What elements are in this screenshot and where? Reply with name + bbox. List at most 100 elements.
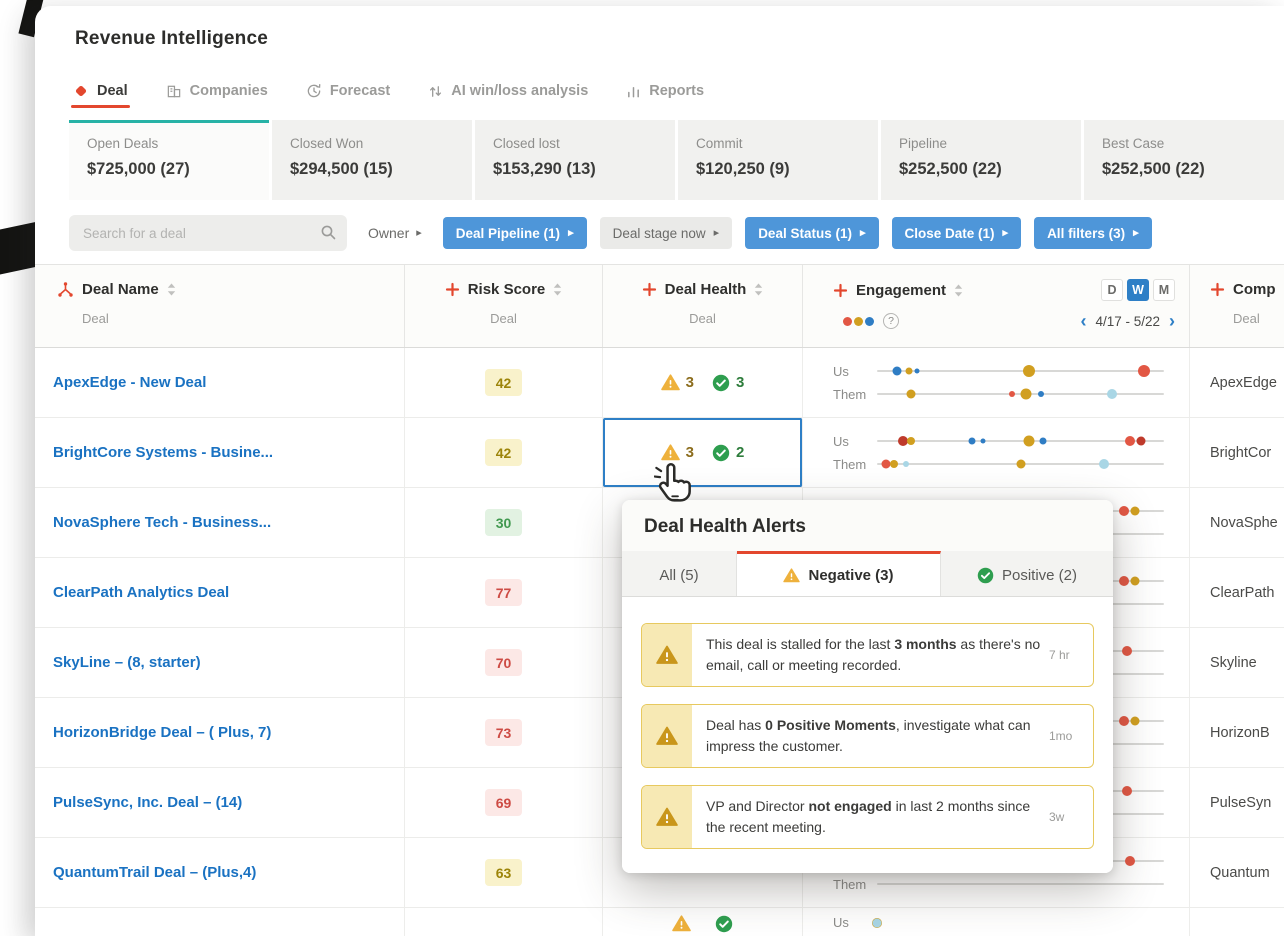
column-subtitle: Deal [689,311,716,326]
column-subtitle: Deal [82,311,109,326]
next-chevron-icon[interactable]: › [1169,312,1175,330]
popup-title: Deal Health Alerts [622,500,1113,551]
sort-icon[interactable] [954,284,963,297]
card-value: $153,290 (13) [493,160,596,178]
filter-all-filters[interactable]: All filters (3) ▸ [1034,217,1152,249]
warning-icon [642,624,692,686]
column-header-deal-health[interactable]: Deal Health Deal [603,265,803,347]
column-header-risk-score[interactable]: Risk Score Deal [405,265,603,347]
deal-name-link[interactable]: HorizonBridge Deal – ( Plus, 7) [53,724,271,741]
card-best-case[interactable]: Best Case $252,500 (22) [1084,120,1284,200]
deal-name-link[interactable]: NovaSphere Tech - Business... [53,514,271,531]
popup-tab-all[interactable]: All (5) [622,551,737,596]
tab-forecast[interactable]: Forecast [306,83,390,108]
deal-health-cell[interactable] [603,908,803,936]
caret-icon: ▸ [568,226,574,239]
engagement-us-label: Us [833,433,849,449]
card-pipeline[interactable]: Pipeline $252,500 (22) [881,120,1081,200]
engagement-cell[interactable]: Us Them [803,418,1190,487]
card-label: Commit [696,136,743,151]
alert-card: VP and Director not engaged in last 2 mo… [641,785,1094,849]
card-open-deals[interactable]: Open Deals $725,000 (27) [69,120,269,200]
company-column-icon [1210,282,1225,297]
page-title: Revenue Intelligence [75,28,269,49]
alert-card: This deal is stalled for the last 3 mont… [641,623,1094,687]
company-cell: BrightCor [1210,444,1272,461]
tab-forecast-label: Forecast [329,83,391,99]
card-label: Closed lost [493,136,560,151]
column-header-deal-name[interactable]: Deal Name Deal [35,265,405,347]
prev-chevron-icon[interactable]: ‹ [1080,312,1086,330]
filter-label: All filters (3) [1047,225,1126,241]
caret-icon: ▸ [713,226,720,239]
column-header-company[interactable]: Comp Deal [1190,265,1284,347]
tab-ai-winloss[interactable]: AI win/loss analysis [428,83,588,108]
table-header: Deal Name Deal Risk Score Deal Deal Heal… [35,265,1284,348]
column-header-engagement[interactable]: Engagement D W M ? ‹ 4/17 - 5/22 › [803,265,1190,347]
deal-health-cell-selected[interactable]: 3 2 [603,418,803,487]
search-icon [320,224,337,246]
sort-icon[interactable] [553,283,562,296]
filter-label: Deal stage now [612,225,706,241]
card-label: Pipeline [899,136,948,151]
warning-icon [642,786,692,848]
warning-icon [642,705,692,767]
risk-score-badge: 77 [485,579,522,606]
deal-health-alerts-popup: Deal Health Alerts All (5) Negative (3) … [622,500,1113,873]
search-input[interactable] [69,215,347,251]
engagement-them-timeline [877,883,1164,885]
caret-icon: ▸ [1133,226,1139,239]
caret-icon: ▸ [859,226,866,239]
help-icon[interactable]: ? [883,313,899,329]
popup-tab-negative[interactable]: Negative (3) [737,551,941,596]
alert-text: VP and Director not engaged in last 2 mo… [706,798,1031,835]
filter-deal-pipeline[interactable]: Deal Pipeline (1) ▸ [442,217,587,249]
sort-icon[interactable] [167,283,176,296]
filter-deal-status[interactable]: Deal Status (1) ▸ [745,217,879,249]
company-cell: PulseSyn [1210,794,1272,811]
card-closed-lost[interactable]: Closed lost $153,290 (13) [475,120,675,200]
toggle-month[interactable]: M [1153,279,1175,301]
sort-icon[interactable] [754,283,763,296]
tab-reports[interactable]: Reports [626,83,704,108]
risk-score-badge: 30 [485,509,522,536]
filter-deal-stage[interactable]: Deal stage now ▸ [599,217,733,249]
owner-filter-button[interactable]: Owner ▸ [360,217,430,249]
column-subtitle: Deal [490,311,517,326]
deal-name-link[interactable]: PulseSync, Inc. Deal – (14) [53,794,242,811]
alert-timestamp: 1mo [1049,729,1073,743]
column-title: Deal Health [664,281,747,298]
filter-label: Close Date (1) [904,225,995,241]
card-closed-won[interactable]: Closed Won $294,500 (15) [272,120,472,200]
company-cell: ApexEdge [1210,374,1277,391]
engagement-them-label: Them [833,456,867,472]
engagement-cell[interactable]: Us [803,908,1190,936]
engagement-us-timeline [877,365,1164,377]
deal-name-link[interactable]: ApexEdge - New Deal [53,374,206,391]
engagement-them-label: Them [833,876,867,892]
deal-health-cell[interactable]: 3 3 [603,348,803,417]
alert-card: Deal has 0 Positive Moments, investigate… [641,704,1094,768]
alert-text: This deal is stalled for the last 3 mont… [706,636,1041,673]
deal-logo-icon [75,85,87,97]
card-commit[interactable]: Commit $120,250 (9) [678,120,878,200]
engagement-cell[interactable]: Us Them [803,348,1190,417]
column-title: Risk Score [467,281,546,298]
filter-close-date[interactable]: Close Date (1) ▸ [891,217,1022,249]
filter-label: Deal Pipeline (1) [455,225,561,241]
win-loss-arrows-icon [430,85,442,97]
deal-name-link[interactable]: ClearPath Analytics Deal [53,584,229,601]
toggle-week[interactable]: W [1127,279,1149,301]
tab-deal[interactable]: Deal [71,83,130,108]
summary-cards: Open Deals $725,000 (27) Closed Won $294… [69,120,1284,200]
table-row: ApexEdge - New Deal 42 3 3 Us Them ApexE… [35,348,1284,418]
company-cell: NovaSphe [1210,514,1278,531]
deal-name-link[interactable]: SkyLine – (8, starter) [53,654,201,671]
popup-tab-label: Positive (2) [1001,566,1078,584]
toggle-day[interactable]: D [1101,279,1123,301]
popup-tab-positive[interactable]: Positive (2) [941,551,1113,596]
owner-filter-label: Owner [368,225,410,241]
deal-name-link[interactable]: BrightCore Systems - Busine... [53,444,273,461]
deal-name-link[interactable]: QuantumTrail Deal – (Plus,4) [53,864,256,881]
tab-companies[interactable]: Companies [166,83,268,108]
